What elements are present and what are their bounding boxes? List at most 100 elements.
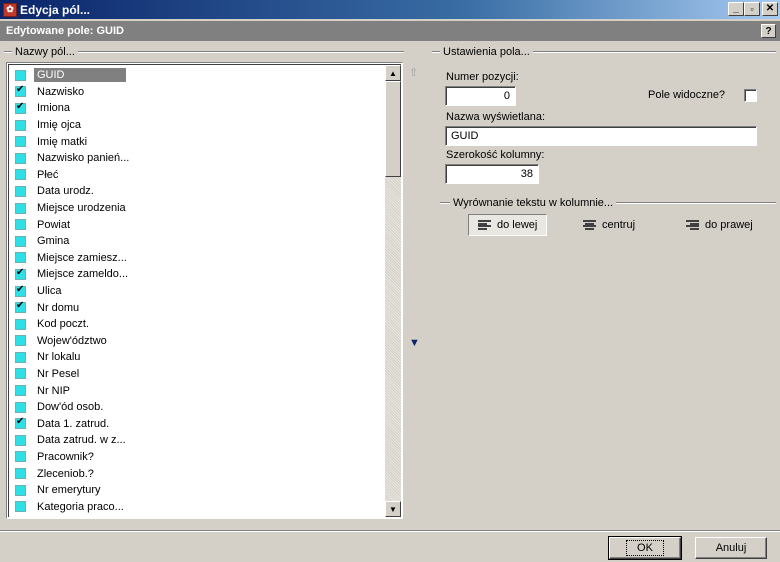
- scroll-down-arrow-icon[interactable]: ▼: [385, 501, 401, 517]
- move-up-arrow-icon[interactable]: ⇧: [409, 66, 418, 79]
- field-checkbox[interactable]: [15, 169, 26, 181]
- list-item[interactable]: Data 1. zatrud.: [9, 415, 387, 432]
- alignment-group-caption: Wyrównanie tekstu w kolumnie...: [440, 196, 776, 210]
- maximize-button[interactable]: ▫: [744, 2, 760, 16]
- display-name-label: Nazwa wyświetlana:: [446, 111, 546, 123]
- field-checkbox[interactable]: [15, 368, 26, 380]
- display-name-input[interactable]: GUID: [445, 126, 757, 146]
- list-item[interactable]: GUID: [9, 67, 387, 84]
- bottom-separator: [0, 530, 780, 532]
- list-item[interactable]: Gmina: [9, 233, 387, 250]
- list-item[interactable]: Imiona: [9, 100, 387, 117]
- field-checkbox[interactable]: [15, 351, 26, 363]
- list-item[interactable]: Powiat: [9, 216, 387, 233]
- list-item[interactable]: Miejsce zameldo...: [9, 266, 387, 283]
- minimize-button[interactable]: _: [728, 2, 744, 16]
- list-item[interactable]: Zleceniob.?: [9, 465, 387, 482]
- field-checkbox[interactable]: [15, 136, 26, 148]
- edited-field-title: Edytowane pole: GUID: [6, 25, 124, 37]
- list-item[interactable]: Dow'ód osob.: [9, 399, 387, 416]
- list-item[interactable]: Płeć: [9, 167, 387, 184]
- field-checkbox[interactable]: [15, 219, 26, 231]
- field-checkbox[interactable]: [15, 335, 26, 347]
- ok-label: OK: [626, 540, 664, 556]
- field-checkbox[interactable]: [15, 235, 26, 247]
- field-checkbox[interactable]: [15, 501, 26, 513]
- list-item[interactable]: Kod poczt.: [9, 316, 387, 333]
- field-checkbox[interactable]: [15, 468, 26, 480]
- column-width-input[interactable]: 38: [445, 164, 539, 184]
- align-center-icon: [583, 220, 596, 230]
- vertical-scrollbar[interactable]: ▲ ▼: [385, 65, 401, 517]
- field-label: Ulica: [37, 285, 62, 298]
- caption-rule: [440, 202, 450, 204]
- caption-rule: [4, 51, 12, 53]
- list-item[interactable]: Nr NIP: [9, 382, 387, 399]
- field-label: Powiat: [37, 218, 71, 231]
- scroll-up-arrow-icon[interactable]: ▲: [385, 65, 401, 81]
- field-checkbox[interactable]: [15, 401, 26, 413]
- field-label: Data urodz.: [37, 185, 94, 198]
- align-center-button[interactable]: centruj: [574, 214, 644, 236]
- field-label: Data 1. zatrud.: [37, 417, 110, 430]
- list-item[interactable]: Miejsce urodzenia: [9, 200, 387, 217]
- list-item[interactable]: Nr Pesel: [9, 366, 387, 383]
- field-checkbox[interactable]: [15, 318, 26, 330]
- list-item[interactable]: Data zatrud. w z...: [9, 432, 387, 449]
- list-item[interactable]: Nazwisko: [9, 84, 387, 101]
- field-checkbox[interactable]: [15, 101, 26, 114]
- field-label: Nr Pesel: [37, 367, 80, 380]
- align-right-button[interactable]: do prawej: [677, 214, 762, 236]
- list-item[interactable]: Nr lokalu: [9, 349, 387, 366]
- list-item[interactable]: Nr domu: [9, 299, 387, 316]
- field-label: Data zatrud. w z...: [37, 434, 126, 447]
- help-button[interactable]: ?: [761, 24, 776, 38]
- align-right-icon: [686, 220, 699, 230]
- list-item[interactable]: Imię ojca: [9, 117, 387, 134]
- align-left-button[interactable]: do lewej: [468, 214, 548, 236]
- cancel-button[interactable]: Anuluj: [695, 537, 767, 559]
- field-checkbox[interactable]: [15, 300, 26, 314]
- list-item[interactable]: Data urodz.: [9, 183, 387, 200]
- field-checkbox[interactable]: [15, 119, 26, 131]
- list-item[interactable]: Wojew'ództwo: [9, 333, 387, 350]
- field-checkbox[interactable]: [15, 267, 26, 280]
- field-checkbox[interactable]: [15, 185, 26, 197]
- list-item[interactable]: Nr emerytury: [9, 482, 387, 499]
- field-checkbox[interactable]: [15, 69, 26, 81]
- field-label: Wojew'ództwo: [37, 334, 107, 347]
- app-icon[interactable]: ✿: [3, 2, 17, 17]
- scroll-thumb[interactable]: [385, 81, 401, 177]
- fields-group-caption: Nazwy pól...: [4, 45, 404, 59]
- caption-rule: [77, 51, 404, 53]
- field-checkbox[interactable]: [15, 484, 26, 496]
- list-item[interactable]: Ulica: [9, 283, 387, 300]
- field-label: Imiona: [37, 102, 71, 115]
- window-title: Edycja pól...: [20, 2, 91, 17]
- field-checkbox[interactable]: [15, 434, 26, 446]
- list-item[interactable]: Pracownik?: [9, 449, 387, 466]
- position-input[interactable]: 0: [445, 86, 516, 106]
- move-down-arrow-icon[interactable]: ▼: [409, 337, 420, 349]
- list-item[interactable]: Miejsce zamiesz...: [9, 250, 387, 267]
- visible-label: Pole widoczne?: [648, 89, 726, 101]
- ok-button[interactable]: OK: [608, 536, 682, 560]
- field-label: Pracownik?: [37, 450, 94, 463]
- field-label: Zleceniob.?: [37, 467, 94, 480]
- field-checkbox[interactable]: [15, 202, 26, 214]
- field-checkbox[interactable]: [15, 252, 26, 264]
- list-item[interactable]: Nazwisko panień...: [9, 150, 387, 167]
- list-item[interactable]: Imię matki: [9, 133, 387, 150]
- list-item[interactable]: Kategoria praco...: [9, 498, 387, 515]
- field-checkbox[interactable]: [15, 284, 26, 297]
- field-checkbox[interactable]: [15, 152, 26, 164]
- close-button[interactable]: ✕: [762, 2, 778, 16]
- visible-checkbox[interactable]: [744, 89, 757, 102]
- field-checkbox[interactable]: [15, 84, 26, 98]
- field-checkbox[interactable]: [15, 416, 26, 430]
- field-checkbox[interactable]: [15, 385, 26, 397]
- field-label: Płeć: [37, 168, 59, 181]
- fields-listbox[interactable]: GUID Nazwisko Imiona Imię ojca Imię matki Naz…: [6, 62, 403, 519]
- title-bar[interactable]: ✿ Edycja pól... _ ▫ ✕: [0, 0, 780, 19]
- field-checkbox[interactable]: [15, 451, 26, 463]
